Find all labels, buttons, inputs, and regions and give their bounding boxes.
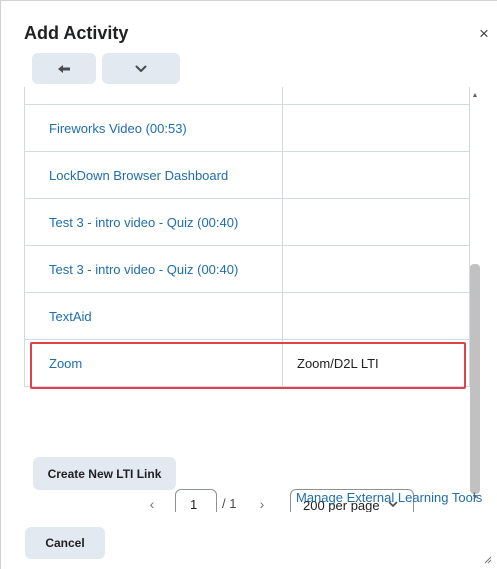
table-row: Test 3 - intro video - Quiz (00:40) [25,246,469,293]
scrollbar-thumb[interactable] [470,264,480,494]
scrollbar[interactable]: ▲ ▼ [469,87,481,505]
activity-type [283,152,469,198]
activity-name-link[interactable]: LockDown Browser Dashboard [25,152,283,198]
previous-page-icon[interactable]: ‹ [144,496,160,512]
table-row: Fireworks Video (00:53) [25,105,469,152]
cancel-button[interactable]: Cancel [25,527,105,559]
chevron-down-icon [135,65,147,72]
dialog-title: Add Activity [24,23,129,43]
next-page-icon[interactable]: › [254,496,270,512]
resize-grip-icon[interactable] [482,554,492,564]
activity-type [283,293,469,339]
activity-name-link[interactable]: Test 3 - intro video - Quiz (00:40) [25,199,283,245]
table-row: LockDown Browser Dashboard [25,152,469,199]
page-number-input[interactable] [175,489,217,512]
activity-type [283,199,469,245]
table-row [25,87,469,105]
create-new-lti-link-button[interactable]: Create New LTI Link [33,457,176,490]
activity-type [283,246,469,292]
activity-type: Zoom/D2L LTI [297,355,379,371]
manage-external-learning-tools-link[interactable]: Manage External Learning Tools [296,490,482,505]
table-row: TextAid [25,293,469,340]
scroll-up-arrow-icon[interactable]: ▲ [469,91,481,101]
activity-list-scroll[interactable]: Fireworks Video (00:53) LockDown Browser… [24,87,483,512]
activity-type [283,105,469,151]
add-activity-dialog: Add Activity × Fireworks Video (00:53) L… [0,0,497,569]
activity-type [283,87,469,104]
page-total: / 1 [222,496,237,511]
activity-table: Fireworks Video (00:53) LockDown Browser… [24,87,470,387]
table-row-zoom: Zoom Zoom/D2L LTI [25,340,469,387]
activity-name-link[interactable]: Fireworks Video (00:53) [25,105,283,151]
back-button[interactable] [32,53,96,84]
activity-name-link[interactable]: Test 3 - intro video - Quiz (00:40) [25,246,283,292]
close-icon[interactable]: × [475,25,493,43]
activity-name-link[interactable]: Zoom [25,340,283,386]
activity-name-link[interactable]: TextAid [25,293,283,339]
table-row: Test 3 - intro video - Quiz (00:40) [25,199,469,246]
back-arrow-icon [58,64,70,73]
more-options-button[interactable] [102,53,180,84]
activity-name[interactable] [25,87,283,104]
